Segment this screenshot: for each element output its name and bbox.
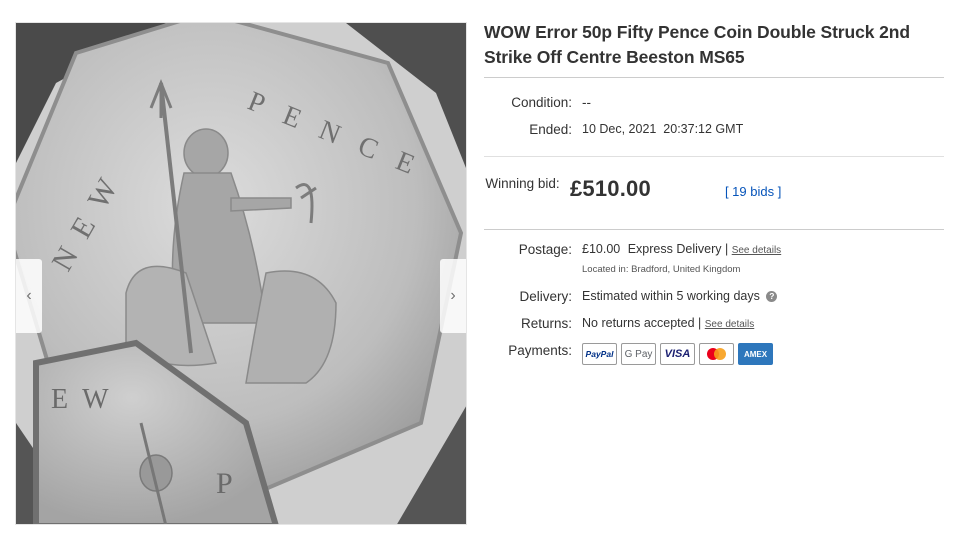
visa-logo: VISA bbox=[660, 343, 695, 365]
payment-methods: PayPal G Pay VISA AMEX bbox=[582, 343, 773, 365]
item-location: Located in: Bradford, United Kingdom bbox=[582, 264, 741, 275]
ended-row: Ended: 10 Dec, 2021 20:37:12 GMT bbox=[484, 122, 743, 137]
returns-see-details-link[interactable]: See details bbox=[705, 319, 754, 330]
image-gallery[interactable]: NEW PENCE EW P ‹ › bbox=[15, 22, 467, 525]
condition-value: -- bbox=[582, 95, 591, 110]
returns-label: Returns: bbox=[520, 316, 572, 331]
postage-price: £10.00 bbox=[582, 242, 621, 256]
delivery-label: Delivery: bbox=[519, 289, 572, 304]
postage-service: Express Delivery bbox=[627, 242, 722, 256]
returns-value: No returns accepted bbox=[582, 316, 695, 330]
delivery-row: Delivery: Estimated within 5 working day… bbox=[484, 289, 778, 304]
bids-link[interactable]: [ 19 bids ] bbox=[725, 184, 781, 199]
ended-label: Ended: bbox=[529, 122, 572, 137]
postage-see-details-link[interactable]: See details bbox=[732, 245, 781, 256]
payments-row: Payments: PayPal G Pay VISA AMEX bbox=[484, 343, 773, 365]
winning-price: £510.00 bbox=[570, 176, 651, 201]
listing-title: WOW Error 50p Fifty Pence Coin Double St… bbox=[484, 22, 910, 67]
condition-row: Condition: -- bbox=[484, 95, 591, 110]
chevron-left-icon: ‹ bbox=[26, 287, 32, 304]
question-circle-icon[interactable]: ? bbox=[766, 291, 778, 302]
location-row: Located in: Bradford, United Kingdom bbox=[582, 264, 740, 275]
condition-label: Condition: bbox=[511, 95, 572, 110]
amex-logo: AMEX bbox=[738, 343, 773, 365]
delivery-value: Estimated within 5 working days bbox=[582, 289, 760, 303]
payments-label: Payments: bbox=[508, 343, 572, 358]
postage-row: Postage: £10.00 Express Delivery | See d… bbox=[484, 242, 781, 257]
listing-details: WOW Error 50p Fifty Pence Coin Double St… bbox=[484, 20, 944, 70]
postage-label: Postage: bbox=[518, 242, 572, 257]
coin-legend-lower-right: P bbox=[216, 467, 233, 500]
winning-bid-row: Winning bid: £510.00 [ 19 bids ] bbox=[484, 174, 781, 202]
divider bbox=[484, 229, 944, 230]
prev-image-button[interactable]: ‹ bbox=[16, 259, 42, 333]
returns-row: Returns: No returns accepted | See detai… bbox=[484, 316, 754, 331]
coin-image: NEW PENCE EW P bbox=[16, 23, 466, 524]
divider bbox=[484, 156, 944, 157]
mastercard-logo bbox=[699, 343, 734, 365]
divider bbox=[484, 77, 944, 78]
paypal-logo: PayPal bbox=[582, 343, 617, 365]
winning-bid-label: Winning bid: bbox=[485, 176, 560, 191]
chevron-right-icon: › bbox=[450, 287, 456, 304]
coin-legend-lower-left: EW bbox=[51, 384, 123, 415]
google-pay-logo: G Pay bbox=[621, 343, 656, 365]
ended-value: 10 Dec, 2021 20:37:12 GMT bbox=[582, 122, 744, 136]
next-image-button[interactable]: › bbox=[440, 259, 466, 333]
bids-count[interactable]: 19 bids bbox=[732, 184, 774, 199]
